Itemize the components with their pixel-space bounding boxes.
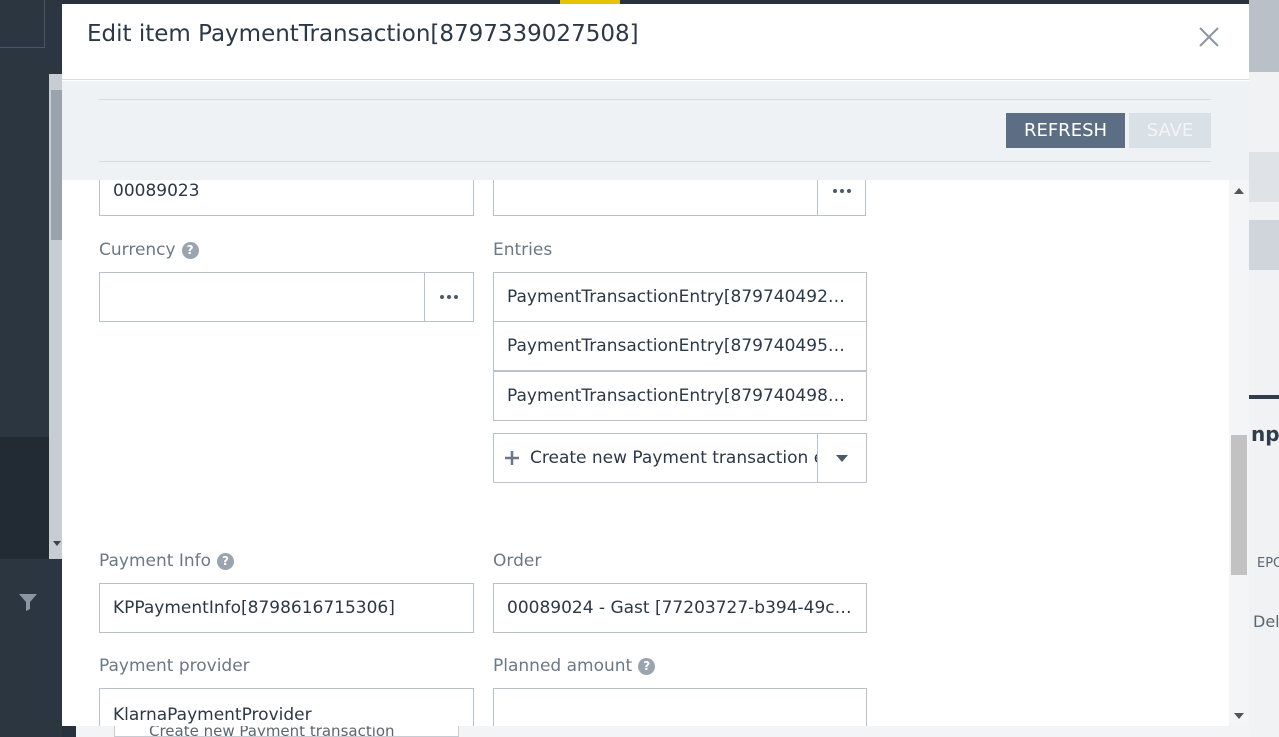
currency-label: Currency ? — [99, 240, 199, 260]
background-right-band — [1249, 152, 1279, 202]
payment-provider-field[interactable]: KlarnaPaymentProvider — [99, 688, 474, 726]
reference-field[interactable] — [493, 180, 818, 216]
create-entry-button[interactable]: Create new Payment transaction entry — [493, 433, 818, 483]
background-heading-fragment: nple — [1251, 422, 1279, 446]
payment-info-field[interactable]: KPPaymentInfo[8798616715306] — [99, 583, 474, 633]
background-scroll-down-icon — [53, 541, 61, 546]
order-field[interactable]: 00089024 - Gast [77203727-b394-49c5-a...… — [493, 583, 867, 633]
more-icon — [832, 189, 851, 193]
background-right-band — [1249, 220, 1279, 270]
currency-field[interactable] — [99, 272, 425, 322]
payment-provider-label: Payment provider — [99, 656, 250, 676]
dialog-header: Edit item PaymentTransaction[87973390275… — [62, 4, 1249, 80]
background-text-fragment: Del — [1253, 612, 1279, 631]
entry-item[interactable]: PaymentTransactionEntry[8797404923956] — [493, 272, 867, 322]
create-entry-dropdown[interactable] — [817, 433, 867, 483]
payment-info-label-text: Payment Info — [99, 551, 212, 571]
payment-info-label: Payment Info ? — [99, 551, 235, 571]
scroll-up-icon[interactable] — [1234, 188, 1244, 194]
background-scrollbar-thumb — [51, 90, 62, 240]
help-icon[interactable]: ? — [217, 552, 235, 570]
chevron-down-icon — [836, 454, 848, 462]
toolbar-divider — [99, 99, 1211, 100]
dialog-toolbar: REFRESH SAVE — [62, 81, 1249, 180]
planned-amount-field[interactable] — [493, 688, 867, 726]
background-left-box — [0, 0, 45, 48]
background-text-fragment: EPOR — [1257, 556, 1279, 571]
background-dark-panel — [0, 437, 49, 559]
planned-amount-label: Planned amount ? — [493, 656, 656, 676]
create-entry-label: Create new Payment transaction entry — [530, 448, 817, 468]
entry-item[interactable]: PaymentTransactionEntry[8797404956724] — [493, 321, 867, 371]
filter-icon — [19, 594, 37, 611]
edit-item-dialog: Edit item PaymentTransaction[87973390275… — [62, 4, 1249, 726]
code-field[interactable]: 00089023 — [99, 180, 474, 216]
planned-amount-label-text: Planned amount — [493, 656, 633, 676]
background-right-top — [1249, 0, 1279, 72]
scroll-down-icon[interactable] — [1234, 713, 1244, 719]
dialog-title: Edit item PaymentTransaction[87973390275… — [87, 21, 639, 47]
background-right-divider — [1249, 395, 1279, 399]
reference-browse-button[interactable] — [817, 180, 866, 216]
entries-label: Entries — [493, 240, 552, 260]
plus-icon — [505, 451, 519, 465]
close-icon[interactable] — [1194, 22, 1224, 52]
save-button[interactable]: SAVE — [1129, 113, 1211, 148]
help-icon[interactable]: ? — [638, 657, 656, 675]
more-icon — [440, 295, 458, 299]
currency-label-text: Currency — [99, 240, 176, 260]
refresh-button[interactable]: REFRESH — [1006, 113, 1125, 148]
toolbar-divider — [99, 161, 1211, 162]
help-icon[interactable]: ? — [181, 241, 199, 259]
order-label: Order — [493, 551, 541, 571]
currency-browse-button[interactable] — [424, 272, 474, 322]
order-label-text: Order — [493, 551, 542, 571]
entry-item[interactable]: PaymentTransactionEntry[8797404989492] — [493, 371, 867, 421]
payment-provider-label-text: Payment provider — [99, 656, 250, 676]
dialog-form: 00089023 Currency ? Entries PaymentTrans… — [62, 180, 1229, 726]
entries-label-text: Entries — [493, 240, 553, 260]
scrollbar-thumb[interactable] — [1231, 435, 1247, 575]
